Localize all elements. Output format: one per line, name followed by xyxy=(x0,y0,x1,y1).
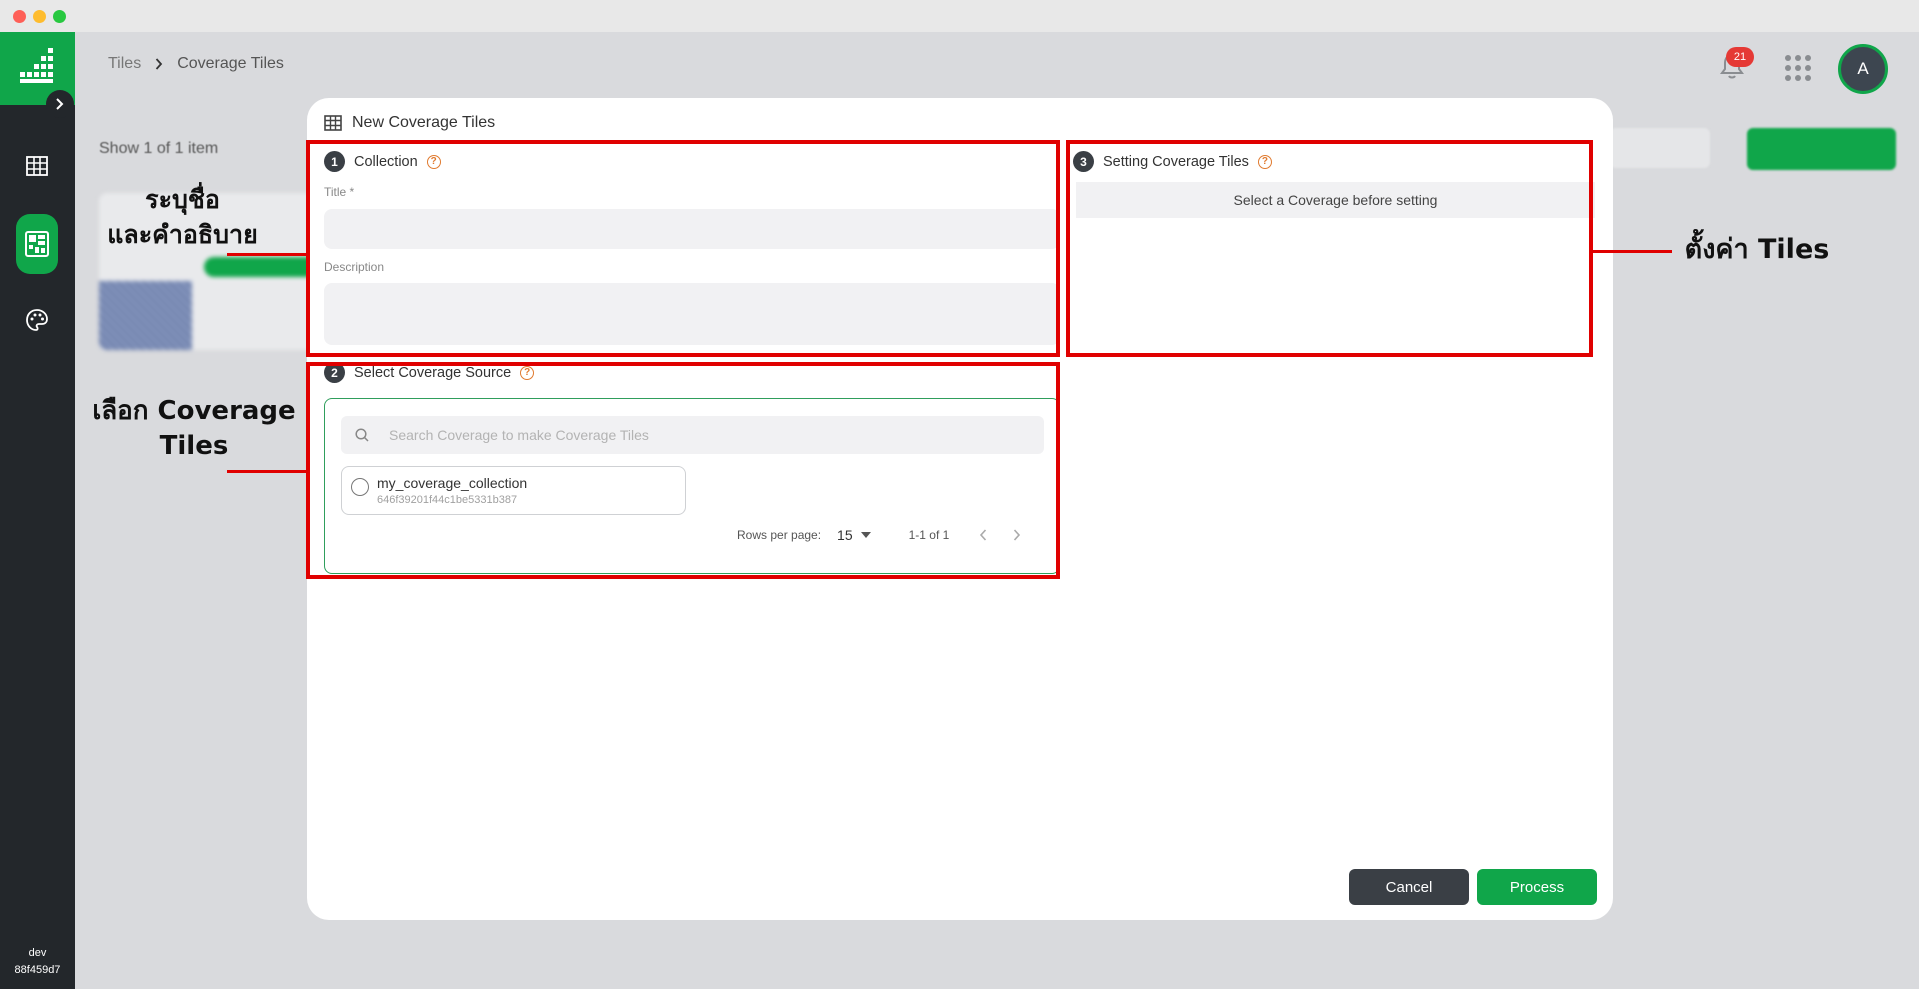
close-window-button[interactable] xyxy=(13,10,26,23)
modal-header: New Coverage Tiles xyxy=(324,114,495,132)
chevron-right-icon xyxy=(56,98,64,110)
table-icon xyxy=(324,115,342,131)
env-hash: 88f459d7 xyxy=(14,964,61,976)
sidebar-item-tiles[interactable] xyxy=(16,145,58,187)
annotation-line-collection xyxy=(227,253,309,256)
palette-icon xyxy=(26,309,48,331)
env-name: dev xyxy=(28,947,47,959)
breadcrumb-current: Coverage Tiles xyxy=(177,55,284,72)
annotation-setting-tiles: ตั้งค่า Tiles xyxy=(1684,234,1830,265)
annotation-line-setting xyxy=(1590,250,1672,253)
logo-icon xyxy=(20,48,53,83)
sidebar-item-coverage-tiles[interactable] xyxy=(16,214,58,274)
grid-table-icon xyxy=(26,156,48,176)
tile-thumbnail xyxy=(99,281,192,350)
item-count-text: Show 1 of 1 item xyxy=(99,140,219,157)
minimize-window-button[interactable] xyxy=(33,10,46,23)
sidebar-expand-button[interactable] xyxy=(46,90,74,118)
chevron-right-icon xyxy=(156,58,163,70)
maximize-window-button[interactable] xyxy=(53,10,66,23)
annotation-box-collection xyxy=(306,140,1060,357)
modal-title: New Coverage Tiles xyxy=(352,114,496,131)
annotation-name-description: ระบุชื่อ และคำอธิบาย xyxy=(107,185,258,249)
avatar[interactable]: A xyxy=(1838,44,1888,94)
annotation-box-source xyxy=(306,362,1060,579)
process-button[interactable]: Process xyxy=(1477,869,1597,905)
status-pill xyxy=(204,257,319,277)
coverage-tiles-icon xyxy=(25,231,49,257)
annotation-select-tiles: เลือก Coverage Tiles xyxy=(92,396,296,461)
apps-grid-icon[interactable] xyxy=(1784,54,1812,82)
background-search xyxy=(1610,128,1710,168)
sidebar: dev 88f459d7 xyxy=(0,32,75,989)
background-create-button xyxy=(1747,128,1896,170)
breadcrumb-root[interactable]: Tiles xyxy=(108,55,141,73)
notification-badge: 21 xyxy=(1726,47,1754,67)
annotation-box-setting xyxy=(1066,140,1593,357)
annotation-line-source xyxy=(227,470,309,473)
breadcrumb: Tiles Coverage Tiles xyxy=(108,55,284,73)
environment-info: dev 88f459d7 xyxy=(0,945,75,979)
sidebar-item-styles[interactable] xyxy=(16,299,58,341)
cancel-button[interactable]: Cancel xyxy=(1349,869,1469,905)
window-titlebar xyxy=(0,0,1919,32)
